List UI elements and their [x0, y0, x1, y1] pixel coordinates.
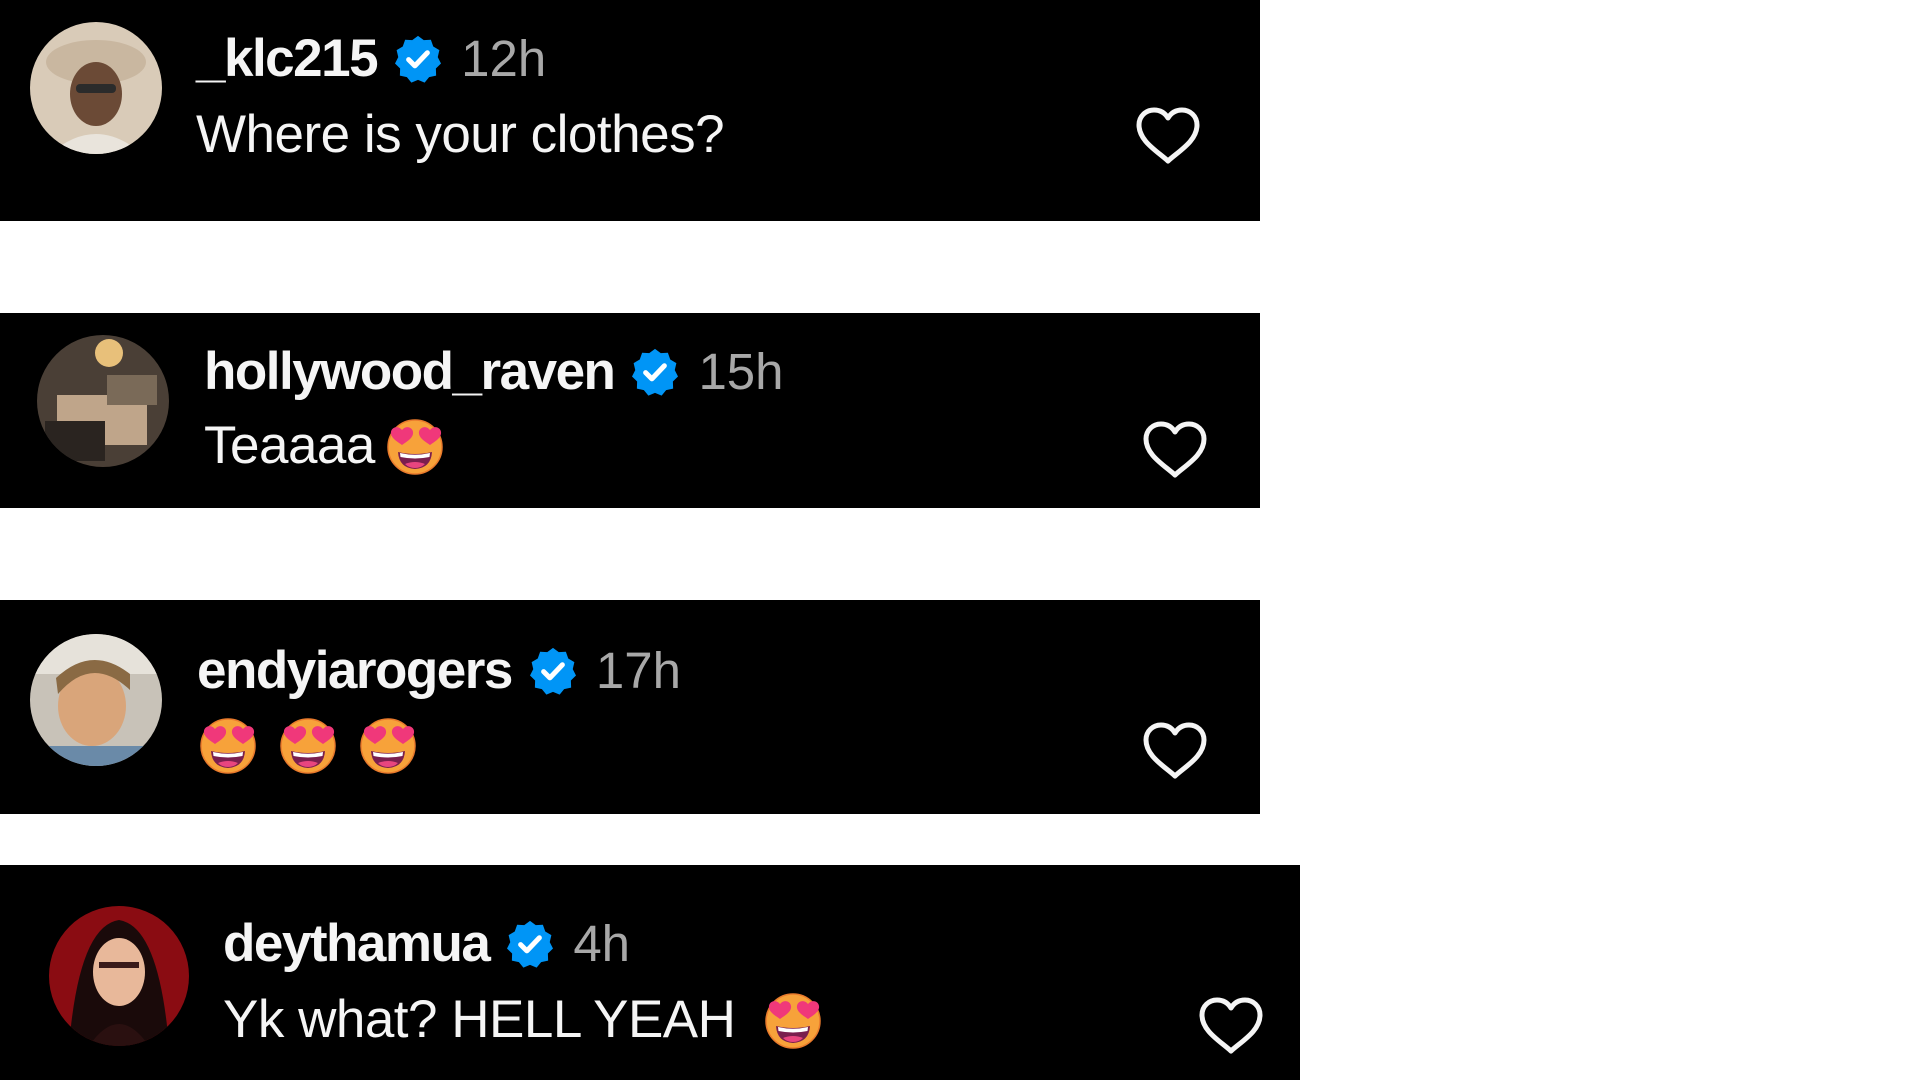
- like-heart-icon[interactable]: [1142, 420, 1208, 480]
- username[interactable]: hollywood_raven: [204, 341, 616, 402]
- heart-eyes-emoji: [358, 715, 418, 775]
- comment-text: Where is your clothes?: [196, 104, 725, 165]
- avatar[interactable]: [30, 22, 162, 154]
- comment-card: endyiarogers 17h: [0, 600, 1260, 814]
- like-heart-icon[interactable]: [1142, 721, 1208, 781]
- username[interactable]: deythamua: [223, 913, 491, 974]
- comment-text: Teaaaa: [204, 415, 445, 476]
- heart-eyes-emoji: [763, 990, 823, 1050]
- comment-card: hollywood_raven 15h Teaaaa: [0, 313, 1260, 508]
- like-heart-icon[interactable]: [1135, 106, 1201, 166]
- avatar[interactable]: [37, 335, 169, 467]
- verified-badge-icon: [528, 646, 578, 696]
- verified-badge-icon: [505, 919, 555, 969]
- comment-header: hollywood_raven 15h: [204, 341, 784, 402]
- comment-body: Yk what? HELL YEAH: [223, 990, 736, 1049]
- comment-card: deythamua 4h Yk what? HELL YEAH: [0, 865, 1300, 1080]
- heart-eyes-emoji: [278, 715, 338, 775]
- comment-body: Where is your clothes?: [196, 105, 725, 164]
- verified-badge-icon: [393, 34, 443, 84]
- comment-header: deythamua 4h: [223, 913, 630, 974]
- comment-text: Yk what? HELL YEAH: [223, 989, 823, 1050]
- avatar[interactable]: [49, 906, 189, 1046]
- like-heart-icon[interactable]: [1198, 996, 1264, 1056]
- comment-header: _klc215 12h: [196, 28, 546, 89]
- heart-eyes-emoji: [198, 715, 258, 775]
- comment-text: [198, 715, 418, 775]
- timestamp: 15h: [698, 343, 784, 400]
- timestamp: 17h: [595, 642, 681, 699]
- comment-card: _klc215 12h Where is your clothes?: [0, 0, 1260, 221]
- avatar[interactable]: [30, 634, 162, 766]
- username[interactable]: endyiarogers: [197, 640, 513, 701]
- username[interactable]: _klc215: [196, 28, 379, 89]
- heart-eyes-emoji: [385, 416, 445, 476]
- verified-badge-icon: [630, 347, 680, 397]
- comment-body: Teaaaa: [204, 416, 375, 475]
- timestamp: 4h: [573, 915, 631, 972]
- comment-header: endyiarogers 17h: [197, 640, 681, 701]
- timestamp: 12h: [461, 30, 547, 87]
